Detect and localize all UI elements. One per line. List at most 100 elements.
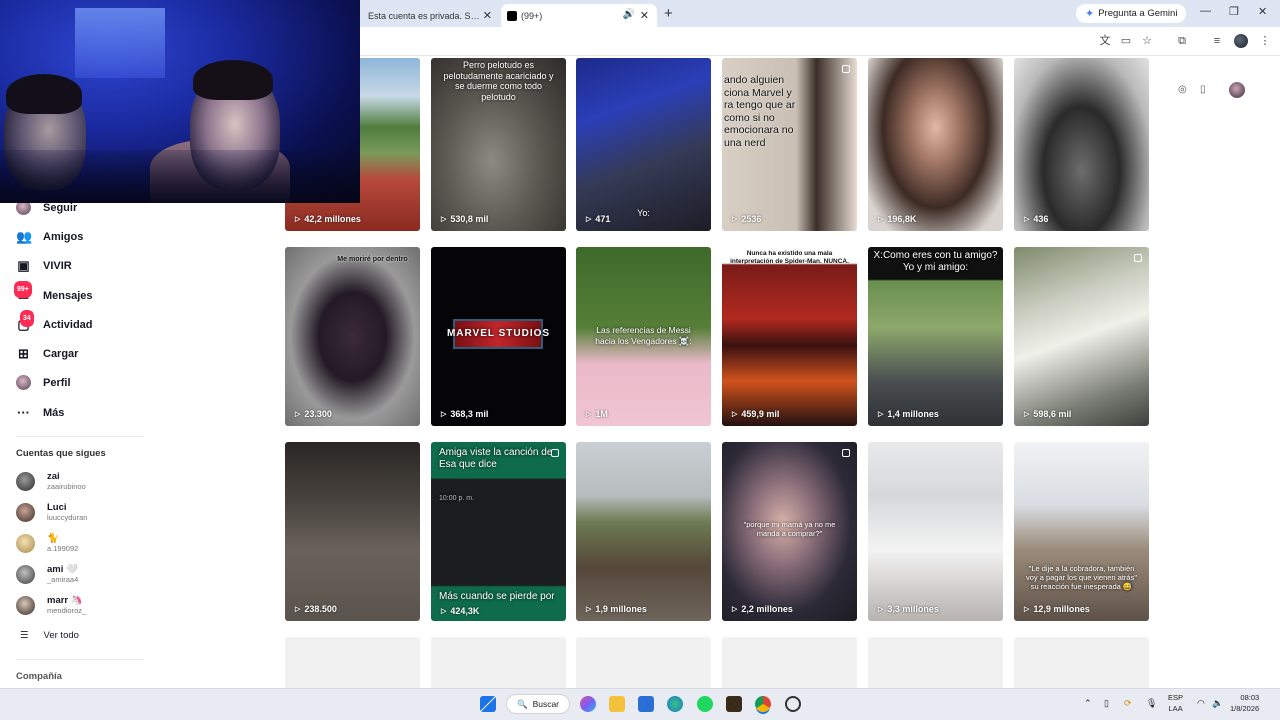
webcam-person-right-hair — [193, 60, 273, 100]
user-avatar-icon[interactable] — [1229, 82, 1245, 98]
video-card[interactable]: Nunca ha existido una mala interpretació… — [722, 247, 857, 426]
chrome-icon[interactable] — [755, 696, 771, 712]
play-icon: ▷ — [1024, 606, 1030, 613]
tiktok-favicon-icon — [507, 10, 517, 21]
nav-upload[interactable]: ⊞ Cargar — [16, 346, 78, 361]
view-count: ▷ 598,6 mil — [1024, 409, 1071, 419]
cast-icon[interactable]: ▭ — [1119, 34, 1133, 48]
play-icon: ▷ — [878, 411, 884, 418]
nav-messages[interactable]: ✉99+ Mensajes — [14, 281, 93, 303]
nav-live[interactable]: ▣ VIVIR — [16, 258, 71, 273]
updates-icon[interactable]: ⟳ — [1124, 698, 1132, 709]
view-count: ▷ 2,2 millones — [732, 604, 793, 614]
pinned-icon — [842, 449, 850, 457]
play-icon: ▷ — [1024, 411, 1030, 418]
video-card[interactable]: Me moriré por dentro ▷ 23.300 — [285, 247, 420, 426]
menu-kebab-icon[interactable]: ⋮ — [1258, 34, 1272, 48]
volume-icon[interactable]: 🔈 — [1212, 698, 1223, 709]
video-card[interactable]: Perro pelotudo es pelotudamente acaricia… — [431, 58, 566, 231]
video-placeholder — [576, 637, 711, 688]
media-controls-icon[interactable]: ≡ — [1210, 34, 1224, 48]
avatar — [16, 471, 35, 491]
view-count-value: 1M — [595, 409, 608, 419]
account-name: Luci — [47, 502, 67, 513]
view-count-value: 368,3 mil — [450, 409, 489, 419]
video-card[interactable]: X:Como eres con tu amigo? Yo y mi amigo:… — [868, 247, 1003, 426]
following-account[interactable]: Luci luuccyduran — [16, 502, 87, 522]
video-card[interactable]: ▷ 436 — [1014, 58, 1149, 231]
following-account[interactable]: ami 🤍 _amiraa4 — [16, 564, 78, 584]
play-icon: ▷ — [295, 606, 301, 613]
gemini-label: Pregunta a Gemini — [1098, 8, 1178, 19]
view-count: ▷ 2536 — [732, 214, 761, 224]
chevron-up-icon[interactable]: ⌃ — [1084, 698, 1092, 709]
translate-icon[interactable]: 文 — [1098, 34, 1112, 48]
video-placeholder — [868, 637, 1003, 688]
video-card[interactable]: ▷ 1,9 millones — [576, 442, 711, 621]
windows-start-icon[interactable] — [480, 696, 496, 712]
outlook-icon[interactable] — [638, 696, 654, 712]
taskbar-search[interactable]: 🔍 Buscar — [506, 694, 570, 714]
system-clock[interactable]: 08:03 1/8/2026 — [1230, 692, 1259, 714]
video-card[interactable]: Las referencias de Messi hacia los Venga… — [576, 247, 711, 426]
nav-friends[interactable]: 👥 Amigos — [16, 229, 83, 244]
ask-gemini-button[interactable]: ✦ Pregunta a Gemini — [1076, 4, 1187, 23]
upload-icon: ⊞ — [18, 346, 29, 361]
video-caption: "Le dije a la cobradora, también voy a p… — [1025, 564, 1138, 591]
nav-profile[interactable]: Perfil — [16, 375, 71, 390]
profile-avatar-icon[interactable] — [1234, 34, 1248, 48]
close-icon[interactable]: ✕ — [483, 9, 492, 22]
company-section-title[interactable]: Compañía — [16, 671, 62, 682]
view-count-value: 42,2 millones — [304, 214, 361, 224]
view-count: ▷ 1M — [586, 409, 608, 419]
minimize-icon[interactable]: — — [1200, 5, 1211, 17]
speaker-icon[interactable]: 🔊 — [623, 9, 635, 20]
video-caption: Amiga viste la canción de Esa que dice — [439, 447, 553, 470]
video-card[interactable]: ando alguien ciona Marvel y ra tengo que… — [722, 58, 857, 231]
nav-label: Mensajes — [43, 289, 93, 302]
browser-tab-tiktok[interactable]: (99+) 🔊 ✕ — [501, 4, 657, 27]
extensions-icon[interactable]: ⧉ — [1175, 34, 1189, 48]
gemini-star-icon: ✦ — [1085, 8, 1095, 20]
phone-icon[interactable]: ▯ — [1200, 84, 1206, 95]
maximize-icon[interactable]: ❐ — [1229, 5, 1239, 18]
following-account[interactable]: 🐈 a.199092 — [16, 533, 78, 553]
new-tab-plus-icon[interactable]: + — [664, 5, 673, 22]
tab-title: (99+) — [521, 10, 543, 21]
video-card[interactable]: ▷ 3,3 millones — [868, 442, 1003, 621]
app-icon[interactable] — [785, 696, 801, 712]
nav-more[interactable]: ··· Más — [16, 405, 64, 420]
view-count: ▷ 12,9 millones — [1024, 604, 1090, 614]
see-all-link[interactable]: ☰ Ver todo — [20, 630, 79, 641]
file-explorer-icon[interactable] — [609, 696, 625, 712]
coin-icon[interactable]: ◎ — [1178, 84, 1187, 95]
browser-tab-private-account[interactable]: Esta cuenta es privada. Sigue e... ✕ — [362, 4, 500, 27]
video-card[interactable]: ▷ 238.500 — [285, 442, 420, 621]
following-account[interactable]: marr 🦄 mendioroz_ — [16, 595, 86, 615]
battery-icon[interactable]: ▯ — [1104, 698, 1109, 709]
avatar — [16, 502, 35, 522]
nav-activity[interactable]: ▢34 Actividad — [16, 310, 93, 332]
video-card[interactable]: ▷ 196,8K — [868, 58, 1003, 231]
video-card[interactable]: "porque mi mamá ya no me manda a comprar… — [722, 442, 857, 621]
view-count-value: 238.500 — [304, 604, 337, 614]
view-count: ▷ 1,9 millones — [586, 604, 647, 614]
video-card[interactable]: MARVEL STUDIOS ▷ 368,3 mil — [431, 247, 566, 426]
video-placeholder — [722, 637, 857, 688]
video-card[interactable]: "Le dije a la cobradora, también voy a p… — [1014, 442, 1149, 621]
game-icon[interactable] — [726, 696, 742, 712]
microphone-icon[interactable]: 🎙 — [1146, 698, 1157, 709]
copilot-icon[interactable] — [580, 696, 596, 712]
video-card[interactable]: ▷ 598,6 mil — [1014, 247, 1149, 426]
video-card[interactable]: Yo: ▷ 471 — [576, 58, 711, 231]
edge-icon[interactable] — [667, 696, 683, 712]
spotify-icon[interactable] — [697, 696, 713, 712]
video-card[interactable]: Amiga viste la canción de Esa que dice 1… — [431, 442, 566, 621]
following-account[interactable]: zai zaairubinoo — [16, 471, 86, 491]
wifi-icon[interactable]: ◠ — [1197, 698, 1205, 709]
close-icon[interactable]: ✕ — [640, 9, 649, 22]
window-close-icon[interactable]: ✕ — [1258, 5, 1267, 18]
view-count-value: 530,8 mil — [450, 214, 489, 224]
language-indicator[interactable]: ESP LAA — [1168, 692, 1183, 714]
bookmark-star-icon[interactable]: ☆ — [1140, 34, 1154, 48]
